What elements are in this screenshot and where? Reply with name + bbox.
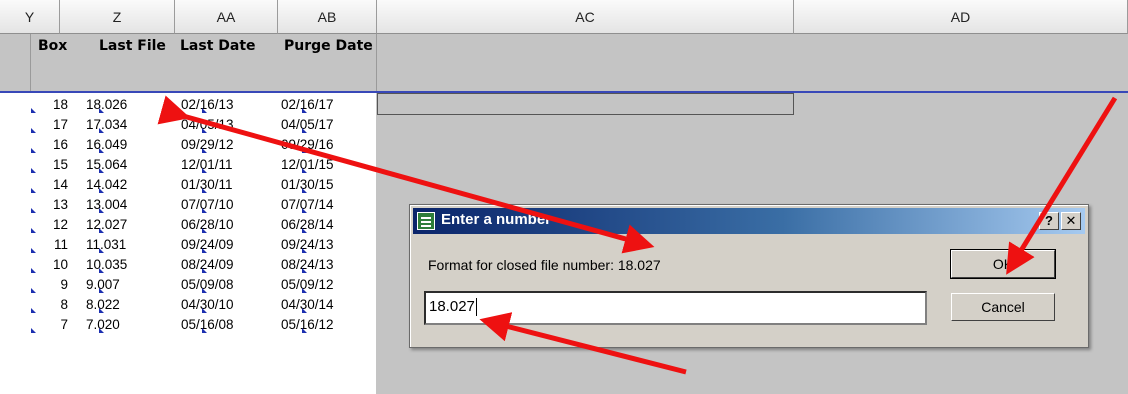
- arrow-to-dialog-prompt: [157, 95, 655, 254]
- arrow-to-input: [479, 312, 687, 375]
- arrow-to-ok-button: [1006, 96, 1118, 275]
- spreadsheet: Y Z AA AB AC AD Box Last File Last Date …: [0, 0, 1128, 394]
- annotation-arrows: [157, 95, 1118, 375]
